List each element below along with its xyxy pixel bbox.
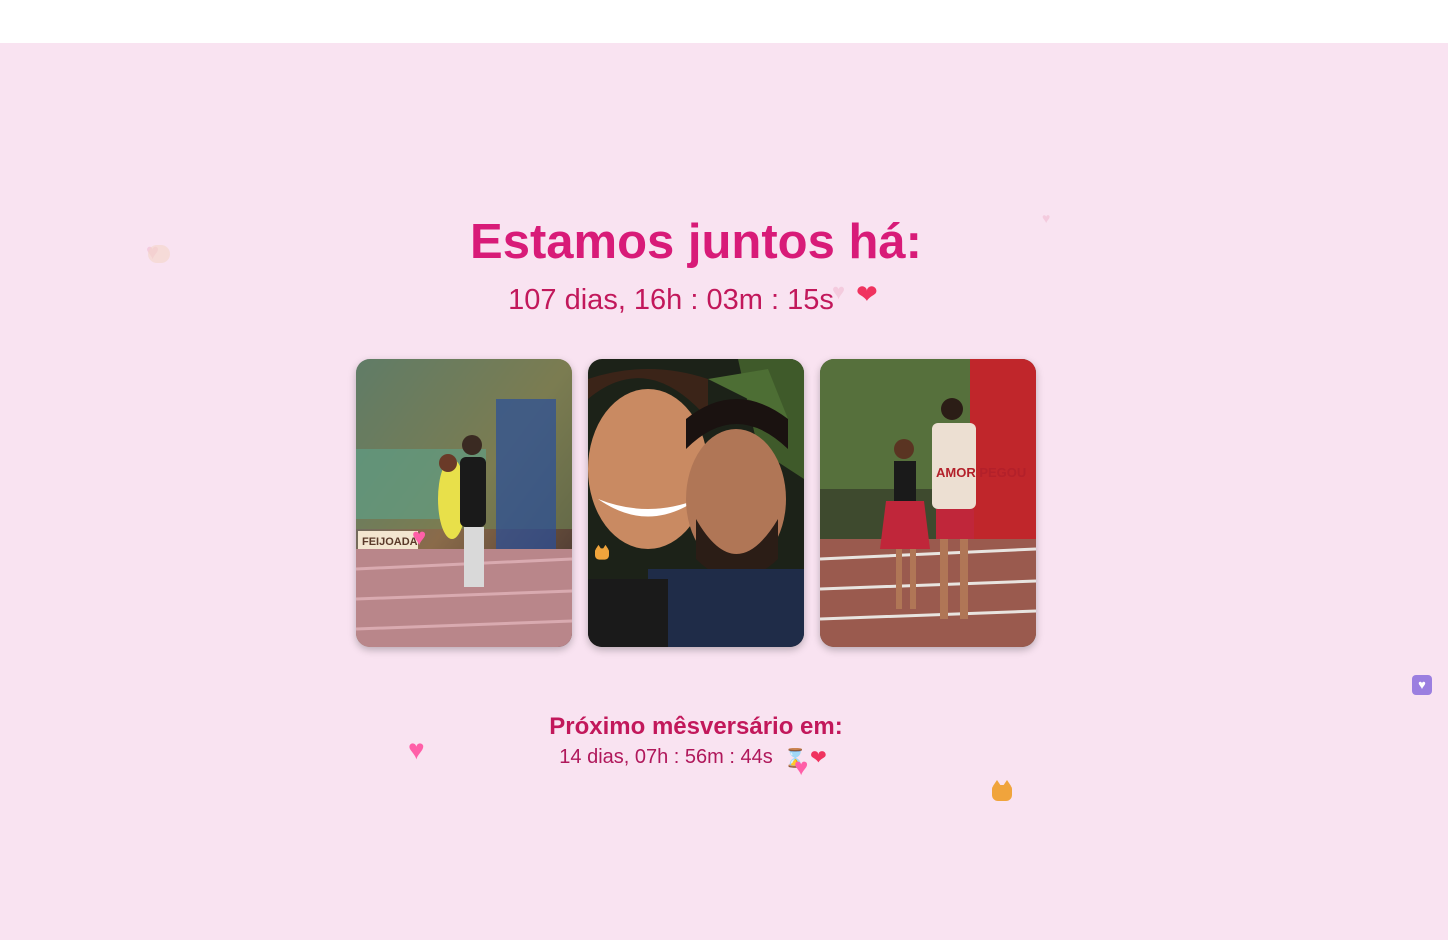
photo-couple-amor-pegou-image: AMOR PEGOU [820,359,1036,647]
shirt-text: AMOR PEGOU [936,465,1026,480]
heart-badge-icon: ♥ [1412,675,1432,695]
heart-icon: ♥ [408,734,425,765]
cat-heart-icon [992,780,1012,801]
ghost-icon [148,245,170,263]
page-background: Estamos juntos há: 107 dias, 16h : 03m :… [0,43,1448,940]
cat-heart-icon [595,544,609,560]
heart-icon: ❤ [856,279,878,309]
next-anniversary-counter: 14 dias, 07h : 56m : 44s [559,746,773,768]
photo-couple-selfie[interactable] [588,359,804,647]
heart-icon: ♥ [1042,210,1051,226]
next-anniversary-title: Próximo mêsversário em: [549,713,843,740]
top-bar [0,0,1448,43]
photo-gallery: FEIJOADA AMOR PEGOU [356,359,1036,647]
together-counter: 107 dias, 16h : 03m : 15s [508,284,834,316]
photo-couple-mural[interactable]: FEIJOADA [356,359,572,647]
photo-couple-mural-image: FEIJOADA [356,359,572,647]
mural-text: FEIJOADA [362,536,418,548]
heart-icon: ♥ [794,754,809,781]
photo-couple-selfie-image [588,359,804,647]
heart-icon: ♥ [412,524,427,551]
page-title: Estamos juntos há: [470,215,922,269]
heart-icon: ♥ [832,279,846,304]
heart-icon: ❤ [810,747,827,769]
photo-couple-amor-pegou[interactable]: AMOR PEGOU [820,359,1036,647]
